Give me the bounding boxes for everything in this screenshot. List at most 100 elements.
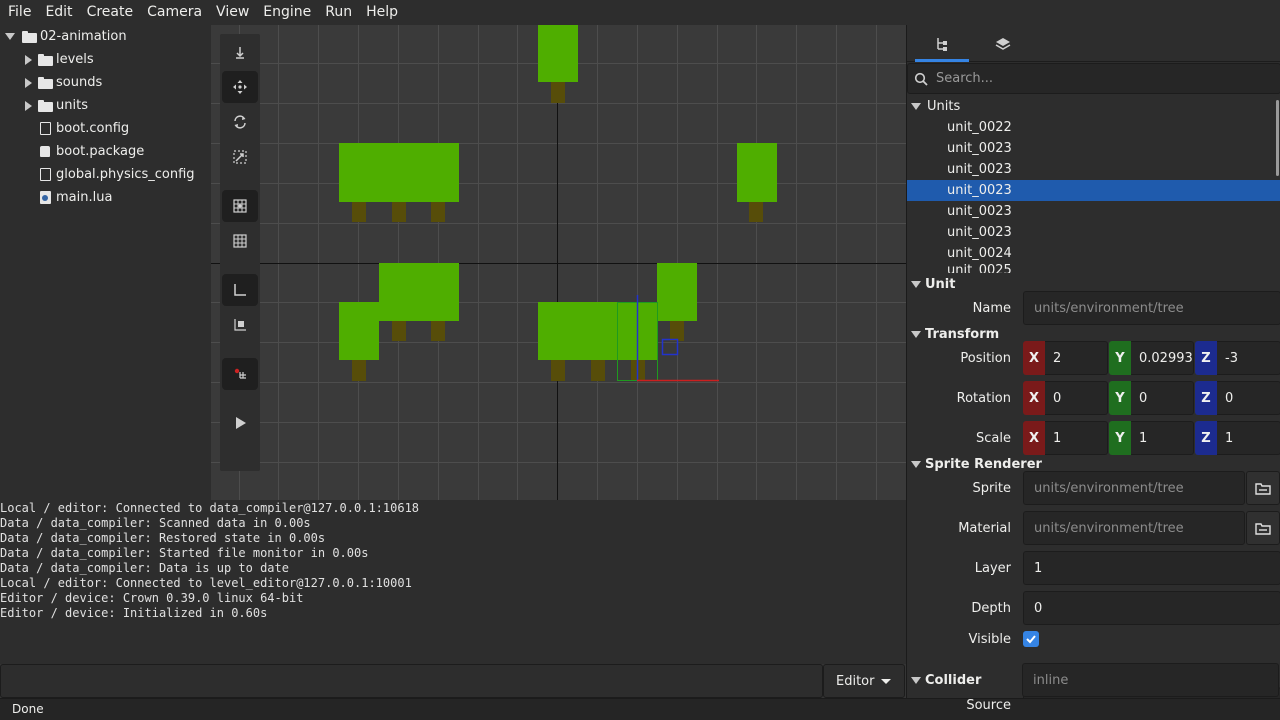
package-icon: [40, 146, 50, 157]
expand-arrow-icon[interactable]: [22, 100, 34, 112]
name-field[interactable]: units/environment/tree: [1023, 291, 1280, 325]
search-input[interactable]: [936, 71, 1256, 86]
open-resource-icon: [1255, 523, 1271, 535]
layer-field[interactable]: 1: [1023, 551, 1280, 585]
snap-to-grid-icon[interactable]: [222, 309, 258, 341]
console-target-dropdown[interactable]: Editor: [823, 664, 905, 698]
grid-icon[interactable]: [222, 225, 258, 257]
section-title: Transform: [925, 326, 1000, 342]
folder-icon: [38, 99, 53, 112]
scene-unit-row[interactable]: unit_0023: [907, 138, 1280, 159]
scene-tree-scrollbar[interactable]: [1276, 100, 1279, 176]
name-label: Name: [972, 301, 1011, 316]
scale-y-field[interactable]: 1: [1131, 421, 1194, 455]
rotation-z-field[interactable]: 0: [1217, 381, 1280, 415]
level-viewport[interactable]: [211, 25, 906, 500]
scene-unit-row[interactable]: unit_0022: [907, 117, 1280, 138]
scene-unit-row[interactable]: unit_0024: [907, 243, 1280, 264]
menu-run[interactable]: Run: [318, 0, 359, 25]
file-label: boot.package: [56, 144, 145, 159]
section-sprite-renderer[interactable]: Sprite Renderer: [907, 454, 1042, 474]
scene-canvas[interactable]: [211, 25, 906, 500]
collapse-arrow-icon[interactable]: [911, 280, 921, 288]
console-line: Data / data_compiler: Started file monit…: [0, 546, 369, 560]
file-icon: [40, 122, 51, 135]
scale-icon[interactable]: [222, 141, 258, 173]
file-boot-package[interactable]: boot.package: [38, 140, 144, 163]
chevron-down-icon: [881, 678, 892, 684]
console-line: Local / editor: Connected to level_edito…: [0, 576, 412, 590]
sprite-browse-button[interactable]: [1246, 471, 1280, 505]
expand-arrow-icon[interactable]: [22, 77, 34, 89]
menu-engine[interactable]: Engine: [256, 0, 318, 25]
scene-group-units[interactable]: Units: [907, 96, 1280, 117]
position-y-field[interactable]: 0.02993: [1131, 341, 1194, 375]
collapse-arrow-icon[interactable]: [911, 460, 921, 468]
collapse-arrow-icon[interactable]: [4, 31, 16, 43]
section-collider[interactable]: Collider: [907, 670, 981, 690]
scale-z-field[interactable]: 1: [1217, 421, 1280, 455]
scene-unit-row[interactable]: unit_0023: [907, 222, 1280, 243]
material-browse-button[interactable]: [1246, 511, 1280, 545]
material-label: Material: [958, 521, 1011, 536]
scene-unit-row[interactable]: unit_0025: [907, 264, 1280, 273]
file-global-physics-config[interactable]: global.physics_config: [38, 163, 195, 186]
file-boot-config[interactable]: boot.config: [38, 117, 129, 140]
position-z-field[interactable]: -3: [1217, 341, 1280, 375]
folder-sounds[interactable]: sounds: [22, 71, 102, 94]
local-axes-icon[interactable]: [222, 274, 258, 306]
snap-down-icon[interactable]: [222, 36, 258, 68]
sprite-label: Sprite: [972, 481, 1011, 496]
scene-unit-row[interactable]: unit_0023: [907, 201, 1280, 222]
scene-group-label: Units: [927, 99, 961, 114]
position-z-axis: Z: [1195, 341, 1217, 375]
scene-unit-row[interactable]: unit_0023: [907, 159, 1280, 180]
section-unit[interactable]: Unit: [907, 274, 955, 294]
scene-unit-row-selected[interactable]: unit_0023: [907, 180, 1280, 201]
tab-scene-tree[interactable]: [915, 25, 969, 62]
rotation-x-field[interactable]: 0: [1045, 381, 1108, 415]
project-root[interactable]: 02-animation: [4, 25, 127, 48]
menu-file[interactable]: File: [1, 0, 38, 25]
visible-checkbox[interactable]: [1023, 631, 1039, 647]
tab-layers[interactable]: [976, 25, 1030, 62]
collider-source-field[interactable]: inline: [1022, 663, 1279, 697]
rotation-z-axis: Z: [1195, 381, 1217, 415]
material-field[interactable]: units/environment/tree: [1023, 511, 1245, 545]
folder-units[interactable]: units: [22, 94, 88, 117]
console-line: Local / editor: Connected to data_compil…: [0, 501, 420, 515]
play-icon[interactable]: [222, 407, 258, 439]
menu-create[interactable]: Create: [80, 0, 141, 25]
depth-field[interactable]: 0: [1023, 591, 1280, 625]
checkmark-icon: [1026, 635, 1036, 644]
menu-help[interactable]: Help: [359, 0, 405, 25]
collapse-arrow-icon[interactable]: [911, 103, 921, 110]
console-input[interactable]: [0, 664, 823, 698]
folder-levels[interactable]: levels: [22, 48, 94, 71]
menu-camera[interactable]: Camera: [140, 0, 209, 25]
menu-view[interactable]: View: [209, 0, 256, 25]
rotation-y-field[interactable]: 0: [1131, 381, 1194, 415]
scale-label: Scale: [976, 431, 1011, 446]
expand-arrow-icon[interactable]: [22, 54, 34, 66]
sprite-field[interactable]: units/environment/tree: [1023, 471, 1245, 505]
status-bar: Done: [0, 698, 1280, 720]
place-icon[interactable]: [222, 358, 258, 390]
console-line: Data / data_compiler: Restored state in …: [0, 531, 326, 545]
rotate-icon[interactable]: [222, 106, 258, 138]
console-line: Data / data_compiler: Scanned data in 0.…: [0, 516, 311, 530]
reference-grid-icon[interactable]: [222, 190, 258, 222]
panel-tabs: [907, 25, 1280, 62]
file-main-lua[interactable]: main.lua: [38, 186, 112, 209]
scale-x-axis: X: [1023, 421, 1045, 455]
folder-label: sounds: [56, 75, 103, 90]
section-transform[interactable]: Transform: [907, 324, 999, 344]
collapse-arrow-icon[interactable]: [911, 330, 921, 338]
move-icon[interactable]: [222, 71, 258, 103]
menu-edit[interactable]: Edit: [38, 0, 79, 25]
scale-x-field[interactable]: 1: [1045, 421, 1108, 455]
position-x-field[interactable]: 2: [1045, 341, 1108, 375]
rotation-x-axis: X: [1023, 381, 1045, 415]
collapse-arrow-icon[interactable]: [911, 676, 921, 684]
rotation-label: Rotation: [956, 391, 1011, 406]
